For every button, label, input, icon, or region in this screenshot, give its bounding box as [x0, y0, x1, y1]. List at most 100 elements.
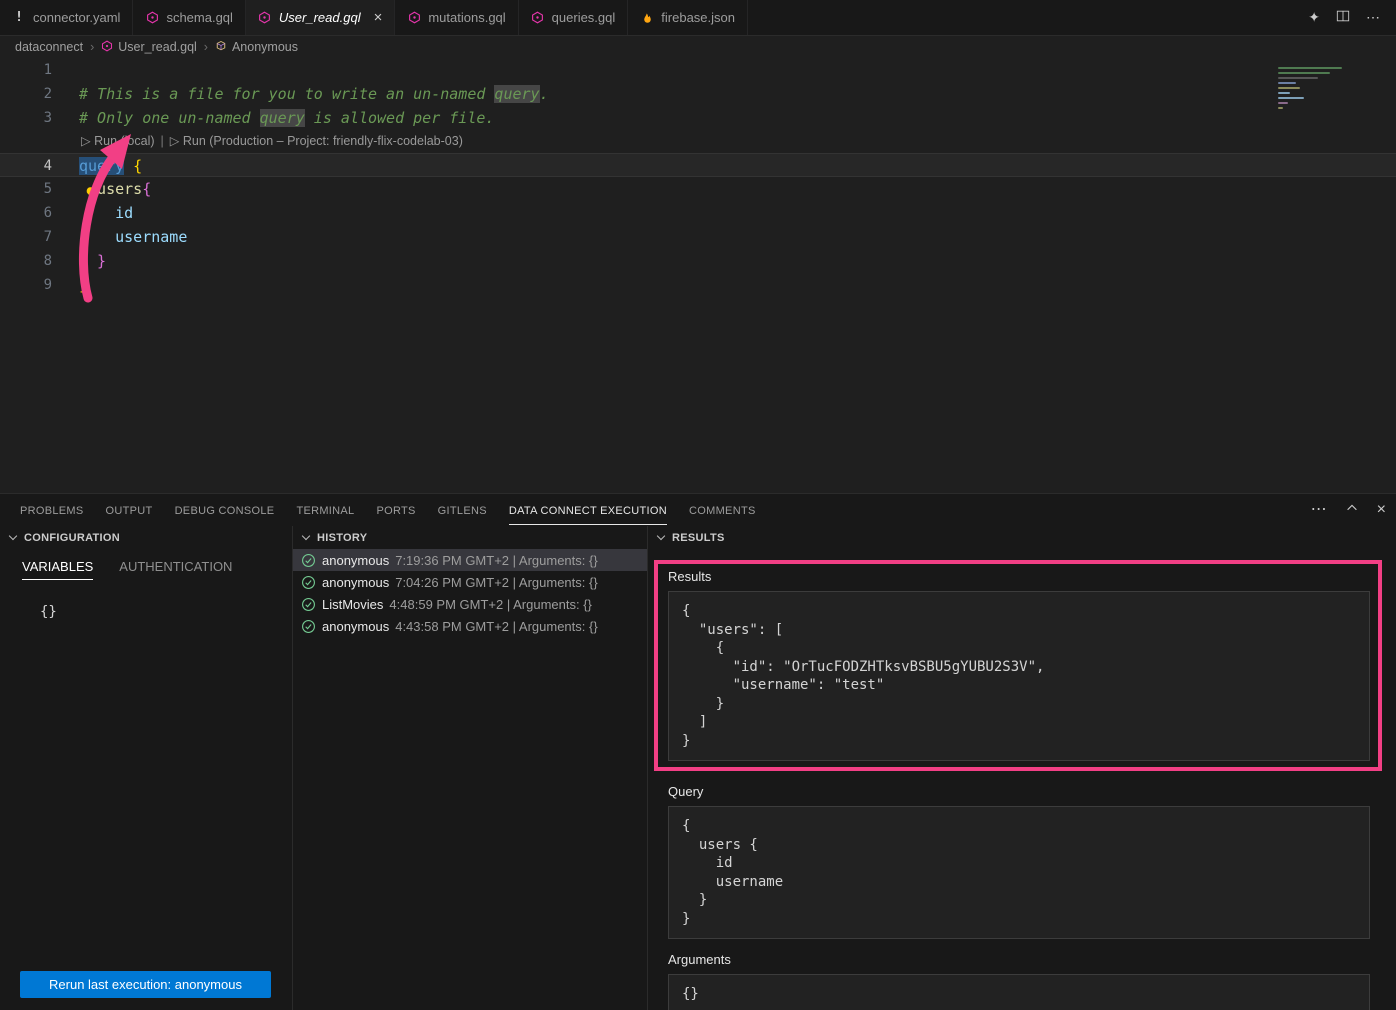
query-text: { users { id username } }	[668, 806, 1370, 939]
tab-user-read-gql[interactable]: User_read.gql ×	[246, 0, 395, 35]
tab-label: mutations.gql	[428, 10, 505, 25]
tab-connector-yaml[interactable]: ! connector.yaml	[0, 0, 133, 35]
panel-more-icon[interactable]: ⋯	[1311, 502, 1327, 518]
panel-tab-comments[interactable]: COMMENTS	[689, 496, 756, 524]
tab-queries-gql[interactable]: queries.gql	[519, 0, 629, 35]
results-json: { "users": [ { "id": "OrTucFODZHTksvBSBU…	[668, 591, 1370, 761]
configuration-section: CONFIGURATION VARIABLES AUTHENTICATION {…	[0, 526, 293, 1010]
close-tab-icon[interactable]: ×	[374, 10, 383, 25]
configuration-header[interactable]: CONFIGURATION	[0, 526, 292, 549]
copilot-sparkle-icon[interactable]: ✦	[1308, 9, 1320, 26]
panel-tab-ports[interactable]: PORTS	[376, 496, 415, 524]
line-number: 9	[0, 273, 52, 297]
history-item-name: ListMovies	[322, 597, 383, 612]
check-circle-icon	[301, 619, 316, 634]
code-line-8: 8 }	[0, 249, 1396, 273]
history-item-meta: 4:43:58 PM GMT+2 | Arguments: {}	[395, 619, 597, 634]
line-number: 2	[0, 82, 52, 106]
code-line-2: 2 # This is a file for you to write an u…	[0, 82, 1396, 106]
tab-label: connector.yaml	[33, 10, 120, 25]
tab-mutations-gql[interactable]: mutations.gql	[395, 0, 518, 35]
tab-authentication[interactable]: AUTHENTICATION	[119, 559, 232, 580]
breadcrumb-item-file[interactable]: User_read.gql	[101, 40, 197, 55]
line-number: 6	[0, 201, 52, 225]
breadcrumb-item-dataconnect[interactable]: dataconnect	[15, 40, 83, 54]
line-number: 5	[0, 177, 52, 201]
variables-value[interactable]: {}	[40, 604, 292, 620]
line-number: 7	[0, 225, 52, 249]
code-line-5: 5 users{	[0, 177, 1396, 201]
word-highlight: query	[260, 109, 305, 127]
check-circle-icon	[301, 597, 316, 612]
panel-body: CONFIGURATION VARIABLES AUTHENTICATION {…	[0, 526, 1396, 1010]
panel-tab-terminal[interactable]: TERMINAL	[296, 496, 354, 524]
yaml-file-icon: !	[12, 10, 26, 25]
panel-tab-debug-console[interactable]: DEBUG CONSOLE	[175, 496, 275, 524]
query-label: Query	[668, 784, 1370, 799]
history-item-meta: 4:48:59 PM GMT+2 | Arguments: {}	[389, 597, 591, 612]
selected-word: query	[79, 157, 124, 175]
chevron-down-icon	[657, 532, 665, 540]
editor-tab-bar: ! connector.yaml schema.gql User_read.gq…	[0, 0, 1396, 36]
check-circle-icon	[301, 553, 316, 568]
breadcrumb-separator: ›	[204, 40, 208, 54]
tab-label: schema.gql	[166, 10, 232, 25]
graphql-icon	[145, 11, 159, 24]
arguments-group: Arguments {}	[668, 952, 1370, 1010]
line-number: 4	[0, 154, 52, 176]
tab-firebase-json[interactable]: firebase.json	[628, 0, 748, 35]
history-item[interactable]: ListMovies 4:48:59 PM GMT+2 | Arguments:…	[293, 593, 647, 615]
code-line-6: 6 id	[0, 201, 1396, 225]
history-item[interactable]: anonymous 7:19:36 PM GMT+2 | Arguments: …	[293, 549, 647, 571]
arguments-label: Arguments	[668, 952, 1370, 967]
configuration-tabs: VARIABLES AUTHENTICATION	[0, 549, 292, 580]
tab-label: User_read.gql	[279, 10, 361, 25]
panel-maximize-icon[interactable]	[1345, 501, 1359, 520]
word-highlight: query	[494, 85, 539, 103]
history-item[interactable]: anonymous 7:04:26 PM GMT+2 | Arguments: …	[293, 571, 647, 593]
code-line-4: 4 query {	[0, 153, 1396, 177]
breadcrumb: dataconnect › User_read.gql › Anonymous	[0, 36, 1396, 58]
annotation-highlight-box: Results { "users": [ { "id": "OrTucFODZH…	[654, 560, 1382, 771]
bottom-panel: PROBLEMS OUTPUT DEBUG CONSOLE TERMINAL P…	[0, 493, 1396, 1010]
symbol-operation-icon	[215, 40, 227, 55]
check-circle-icon	[301, 575, 316, 590]
panel-tab-problems[interactable]: PROBLEMS	[20, 496, 84, 524]
codelens-run-production-link[interactable]: ▷ Run (Production – Project: friendly-fl…	[170, 134, 463, 148]
panel-tab-gitlens[interactable]: GITLENS	[438, 496, 487, 524]
panel-tab-data-connect-execution[interactable]: DATA CONNECT EXECUTION	[509, 496, 667, 525]
history-item-name: anonymous	[322, 575, 389, 590]
panel-tab-output[interactable]: OUTPUT	[106, 496, 153, 524]
code-editor[interactable]: 1 2 # This is a file for you to write an…	[0, 58, 1396, 493]
history-item-name: anonymous	[322, 619, 389, 634]
history-item[interactable]: anonymous 4:43:58 PM GMT+2 | Arguments: …	[293, 615, 647, 637]
results-header[interactable]: RESULTS	[648, 526, 1396, 549]
minimap[interactable]	[1278, 62, 1382, 112]
split-editor-icon[interactable]	[1336, 9, 1350, 26]
code-line-1: 1	[0, 58, 1396, 82]
chevron-down-icon	[9, 532, 17, 540]
rerun-last-execution-button[interactable]: Rerun last execution: anonymous	[20, 971, 271, 998]
history-section: HISTORY anonymous 7:19:36 PM GMT+2 | Arg…	[293, 526, 648, 1010]
code-line-7: 7 username	[0, 225, 1396, 249]
panel-tab-bar: PROBLEMS OUTPUT DEBUG CONSOLE TERMINAL P…	[0, 494, 1396, 526]
history-item-name: anonymous	[322, 553, 389, 568]
more-actions-icon[interactable]: ⋯	[1366, 9, 1380, 26]
tab-variables[interactable]: VARIABLES	[22, 559, 93, 580]
line-number: 8	[0, 249, 52, 273]
graphql-icon	[258, 11, 272, 24]
results-section: RESULTS Results { "users": [ { "id": "Or…	[648, 526, 1396, 1010]
graphql-icon	[101, 40, 113, 55]
panel-close-icon[interactable]: ×	[1377, 502, 1386, 518]
tab-label: queries.gql	[552, 10, 616, 25]
line-number: 1	[0, 58, 52, 82]
results-label: Results	[668, 569, 1370, 584]
chevron-down-icon	[302, 532, 310, 540]
graphql-icon	[531, 11, 545, 24]
panel-actions: ⋯ ×	[1311, 501, 1386, 520]
codelens-run-local-link[interactable]: ▷ Run (local)	[81, 134, 155, 148]
code-line-9: 9 }	[0, 273, 1396, 297]
tab-schema-gql[interactable]: schema.gql	[133, 0, 245, 35]
breadcrumb-item-symbol[interactable]: Anonymous	[215, 40, 298, 55]
history-header[interactable]: HISTORY	[293, 526, 647, 549]
